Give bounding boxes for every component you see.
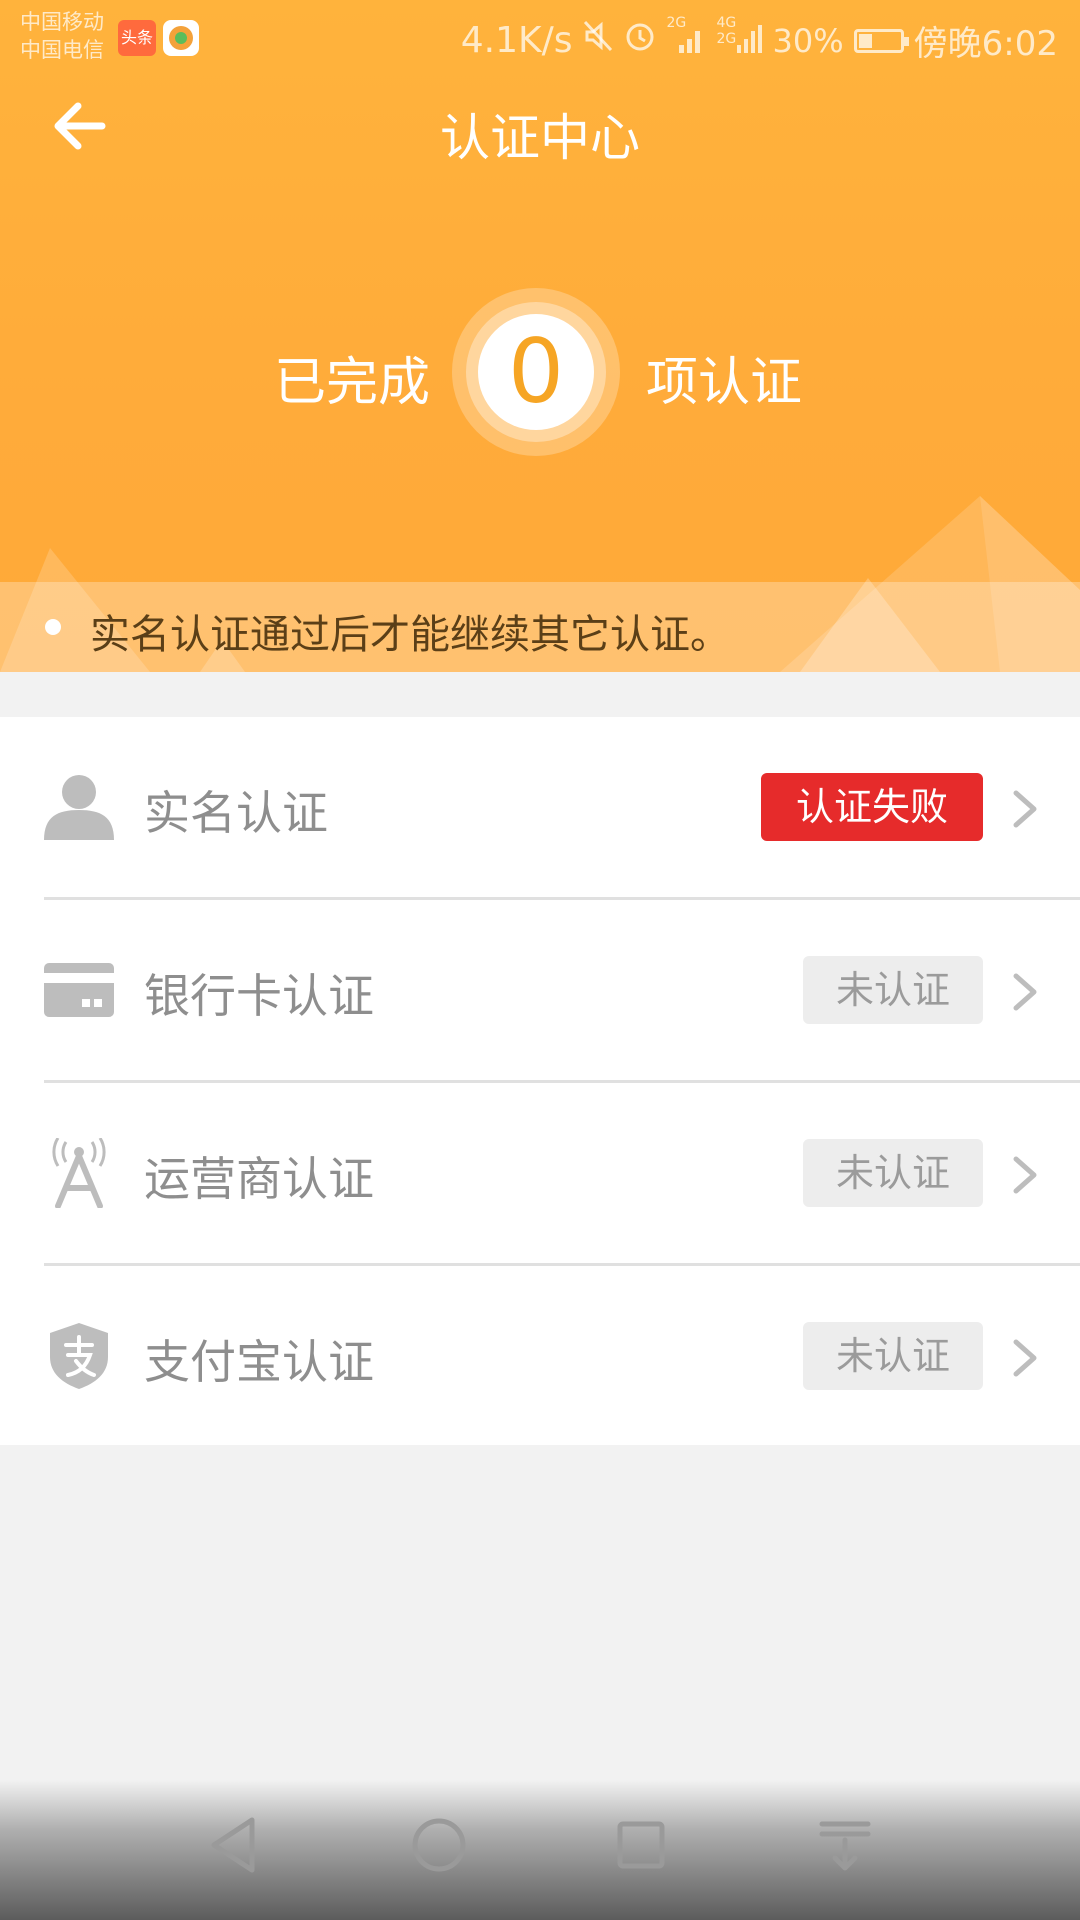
network-type-2: 4G [716,14,737,31]
notice-bar: 实名认证通过后才能继续其它认证。 [0,582,1080,672]
alipay-shield-icon [50,1323,108,1389]
signal-1-icon: 2G [667,15,707,59]
verification-list: 实名认证 认证失败 银行卡认证 未认证 运营商认证 未认证 支付宝认证 未认证 [0,717,1080,1445]
nav-recents-icon[interactable] [606,1810,676,1880]
network-speed: 4.1K/s [460,20,573,61]
nav-back-icon[interactable] [200,1810,270,1880]
signal-2-icon: 4G 2G [716,15,763,59]
item-label: 运营商认证 [144,1152,374,1206]
completed-suffix: 项认证 [646,353,803,413]
status-bar: 中国移动 中国电信 头条 4.1K/s 2G 4G 2G 30% 傍晚6:02 [0,0,1080,72]
carrier-1: 中国移动 [20,10,104,34]
list-item-alipay[interactable]: 支付宝认证 未认证 [0,1266,1080,1449]
list-item-carrier[interactable]: 运营商认证 未认证 [0,1083,1080,1266]
status-badge-unverified: 未认证 [803,956,983,1024]
status-badge-failed: 认证失败 [761,773,983,841]
carrier-2: 中国电信 [20,38,104,62]
item-label: 实名认证 [144,786,328,840]
network-type-1: 2G [666,14,687,31]
list-item-bank-card[interactable]: 银行卡认证 未认证 [0,900,1080,1083]
status-badge-unverified: 未认证 [803,1322,983,1390]
nav-notification-shade-icon[interactable] [810,1810,880,1880]
chevron-right-icon [1013,1156,1037,1194]
chevron-right-icon [1013,1339,1037,1377]
chevron-right-icon [1013,790,1037,828]
header: 中国移动 中国电信 头条 4.1K/s 2G 4G 2G 30% 傍晚6:02 … [0,0,1080,672]
battery-percent: 30% [772,21,844,60]
clock-time: 傍晚6:02 [913,24,1058,64]
battery-icon [853,28,909,53]
nav-home-icon[interactable] [404,1810,474,1880]
alarm-icon [623,19,657,62]
notice-text: 实名认证通过后才能继续其它认证。 [90,612,730,658]
completed-summary: 已完成 0 项认证 [0,280,1080,460]
list-item-real-name[interactable]: 实名认证 认证失败 [0,717,1080,900]
toutiao-app-icon: 头条 [118,20,156,56]
item-label: 支付宝认证 [144,1335,374,1389]
screen: 中国移动 中国电信 头条 4.1K/s 2G 4G 2G 30% 傍晚6:02 … [0,0,1080,1920]
mute-icon [583,20,613,61]
item-label: 银行卡认证 [144,969,374,1023]
system-nav-bar [0,1780,1080,1920]
completed-count: 0 [478,314,594,430]
person-icon [44,775,114,840]
completed-prefix: 已完成 [274,353,431,413]
chevron-right-icon [1013,973,1037,1011]
carrier-names: 中国移动 中国电信 [20,8,104,64]
page-title: 认证中心 [440,109,640,167]
status-badge-unverified: 未认证 [803,1139,983,1207]
status-right: 4.1K/s 2G 4G 2G 30% 傍晚6:02 [460,15,1058,65]
network-type-3: 2G [716,30,737,47]
bullet-icon [45,619,61,635]
bank-card-icon [44,963,114,1017]
cell-tower-icon [52,1138,106,1208]
notification-app-icon [163,20,199,56]
